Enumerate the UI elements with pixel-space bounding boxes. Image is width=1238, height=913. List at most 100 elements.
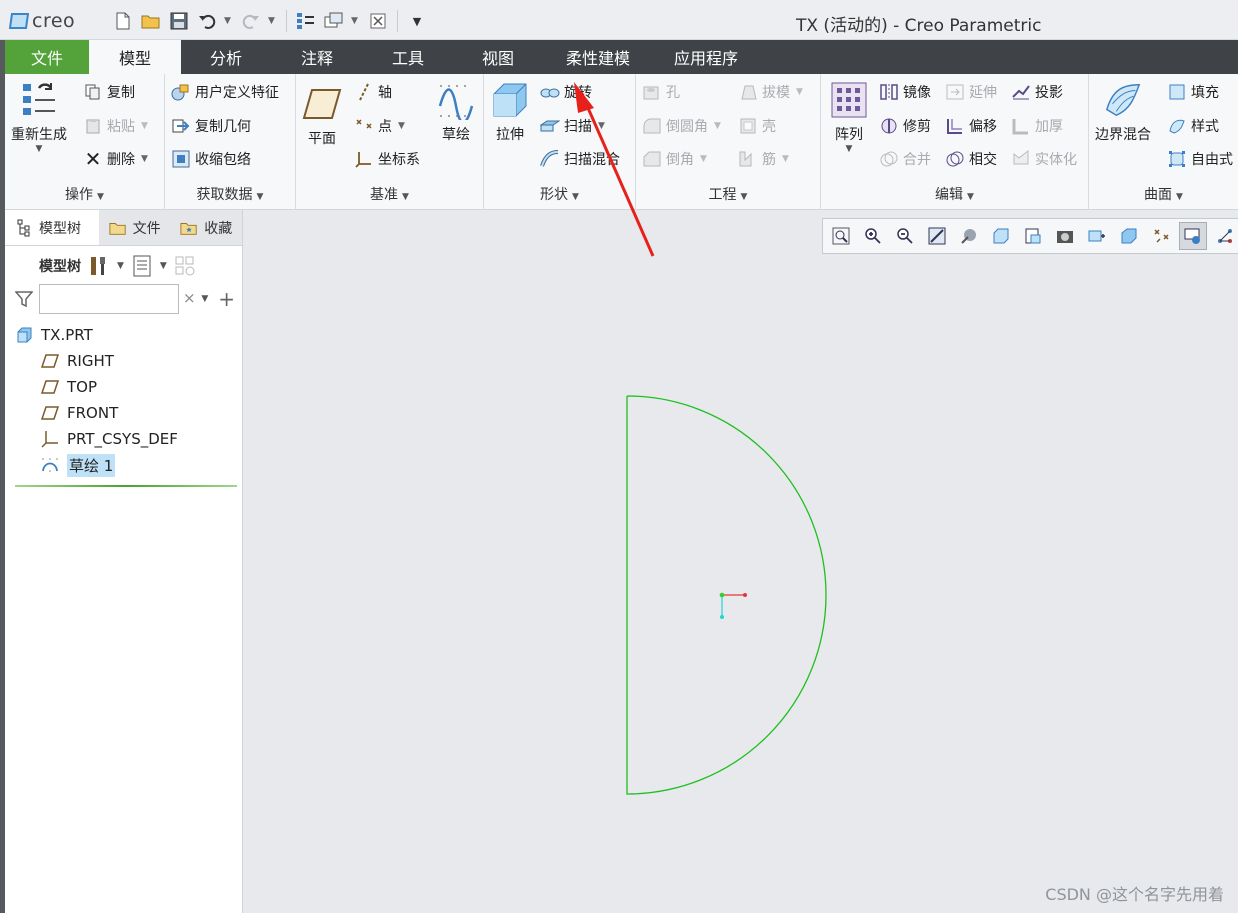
pattern-dropdown-icon[interactable]: ▼ xyxy=(846,144,853,154)
trim-button[interactable]: 修剪 xyxy=(879,116,931,136)
point-button[interactable]: 点 ▼ xyxy=(354,116,405,136)
draft-button[interactable]: 拔模 ▼ xyxy=(738,82,803,102)
perspective-icon[interactable] xyxy=(1051,222,1079,250)
tab-model[interactable]: 模型 xyxy=(89,40,181,74)
group-label-shapes[interactable]: 形状 ▼ xyxy=(484,184,635,204)
repaint-icon[interactable] xyxy=(923,222,951,250)
copy-button[interactable]: 复制 xyxy=(83,82,135,102)
offset-button[interactable]: 偏移 xyxy=(945,116,997,136)
open-icon[interactable] xyxy=(140,10,162,32)
merge-button[interactable]: 合并 xyxy=(879,149,931,169)
undo-icon[interactable] xyxy=(196,10,218,32)
style-button[interactable]: 样式 xyxy=(1167,116,1219,136)
round-button[interactable]: 倒圆角 ▼ xyxy=(642,116,721,136)
windows-icon[interactable] xyxy=(323,10,345,32)
sketch-button[interactable]: 草绘 xyxy=(436,80,476,144)
csys-button[interactable]: 坐标系 xyxy=(354,149,420,169)
tree-node-csys[interactable]: PRT_CSYS_DEF xyxy=(15,426,237,452)
group-label-editing[interactable]: 编辑 ▼ xyxy=(821,184,1088,204)
revolve-button[interactable]: 旋转 xyxy=(540,82,592,102)
view-manager-icon[interactable] xyxy=(1019,222,1047,250)
rib-button[interactable]: 筋 ▼ xyxy=(738,149,789,169)
regenerate-dropdown-icon[interactable]: ▼ xyxy=(36,144,43,154)
solidify-button[interactable]: 实体化 xyxy=(1011,149,1077,169)
regenerate-icon[interactable] xyxy=(295,10,317,32)
tree-filters-icon[interactable] xyxy=(173,254,197,278)
extrude-button[interactable]: 拉伸 xyxy=(490,80,530,144)
filter-icon[interactable] xyxy=(15,289,34,309)
tab-annotate[interactable]: 注释 xyxy=(271,40,363,74)
refit-icon[interactable] xyxy=(827,222,855,250)
tab-analysis[interactable]: 分析 xyxy=(181,40,271,74)
tree-node-right[interactable]: RIGHT xyxy=(15,348,237,374)
udf-button[interactable]: 用户定义特征 xyxy=(171,82,279,102)
clear-search-icon[interactable]: × xyxy=(183,289,196,307)
show-dropdown-icon[interactable]: ▼ xyxy=(160,261,167,271)
tab-applications[interactable]: 应用程序 xyxy=(653,40,759,74)
tree-node-sketch[interactable]: 草绘 1 xyxy=(15,452,237,478)
group-label-operations[interactable]: 操作 ▼ xyxy=(5,184,164,204)
point-dropdown-icon[interactable]: ▼ xyxy=(398,121,405,131)
datum-display-icon[interactable] xyxy=(1147,222,1175,250)
show-columns-icon[interactable] xyxy=(130,254,154,278)
pattern-button[interactable]: 阵列 ▼ xyxy=(829,80,869,154)
tree-node-top[interactable]: TOP xyxy=(15,374,237,400)
redo-dropdown-icon[interactable]: ▼ xyxy=(268,16,278,26)
section-icon[interactable] xyxy=(1083,222,1111,250)
tab-file[interactable]: 文件 xyxy=(5,40,89,74)
zoom-in-icon[interactable] xyxy=(859,222,887,250)
draft-dropdown-icon[interactable]: ▼ xyxy=(796,87,803,97)
boundary-blend-button[interactable]: 边界混合 xyxy=(1095,80,1151,144)
settings-dropdown-icon[interactable]: ▼ xyxy=(117,261,124,271)
sweep-button[interactable]: 扫描 ▼ xyxy=(540,116,605,136)
round-dropdown-icon[interactable]: ▼ xyxy=(714,121,721,131)
search-dropdown-icon[interactable]: ▼ xyxy=(201,294,208,304)
tree-node-front[interactable]: FRONT xyxy=(15,400,237,426)
tab-view[interactable]: 视图 xyxy=(453,40,543,74)
windows-dropdown-icon[interactable]: ▼ xyxy=(351,16,361,26)
regenerate-button[interactable]: 重新生成 ▼ xyxy=(11,80,67,154)
group-label-get-data[interactable]: 获取数据 ▼ xyxy=(165,184,295,204)
project-button[interactable]: 投影 xyxy=(1011,82,1063,102)
shell-button[interactable]: 壳 xyxy=(738,116,776,136)
insert-indicator[interactable] xyxy=(15,485,237,487)
tab-tools[interactable]: 工具 xyxy=(363,40,453,74)
shrinkwrap-button[interactable]: 收缩包络 xyxy=(171,149,251,169)
paste-dropdown-icon[interactable]: ▼ xyxy=(141,121,148,131)
appearance-icon[interactable] xyxy=(1115,222,1143,250)
chamfer-dropdown-icon[interactable]: ▼ xyxy=(700,154,707,164)
chamfer-button[interactable]: 倒角 ▼ xyxy=(642,149,707,169)
new-icon[interactable] xyxy=(112,10,134,32)
close-window-icon[interactable] xyxy=(367,10,389,32)
add-filter-icon[interactable]: + xyxy=(218,287,235,311)
tree-node-part[interactable]: TX.PRT xyxy=(15,322,237,348)
settings-tools-icon[interactable] xyxy=(87,254,111,278)
delete-dropdown-icon[interactable]: ▼ xyxy=(141,154,148,164)
zoom-out-icon[interactable] xyxy=(891,222,919,250)
axis-button[interactable]: 轴 xyxy=(354,82,392,102)
intersect-button[interactable]: 相交 xyxy=(945,149,997,169)
tab-model-tree[interactable]: 模型树 xyxy=(5,210,99,245)
sweep-dropdown-icon[interactable]: ▼ xyxy=(598,121,605,131)
plane-button[interactable]: 平面 xyxy=(302,84,342,148)
group-label-datum[interactable]: 基准 ▼ xyxy=(296,184,483,204)
redo-icon[interactable] xyxy=(240,10,262,32)
thicken-button[interactable]: 加厚 xyxy=(1011,116,1063,136)
tab-folder-browser[interactable]: 文件 xyxy=(99,210,171,245)
tab-favorites[interactable]: 收藏 xyxy=(170,210,242,245)
saved-orientations-icon[interactable] xyxy=(987,222,1015,250)
annotation-display-icon[interactable] xyxy=(1179,222,1207,250)
paste-button[interactable]: 粘贴 ▼ xyxy=(83,116,148,136)
group-label-engineering[interactable]: 工程 ▼ xyxy=(636,184,820,204)
tab-flexible-modeling[interactable]: 柔性建模 xyxy=(543,40,653,74)
tree-search-input[interactable] xyxy=(39,284,180,314)
graphics-window[interactable]: CSDN @这个名字先用着 xyxy=(244,210,1238,913)
extend-button[interactable]: 延伸 xyxy=(945,82,997,102)
mirror-button[interactable]: 镜像 xyxy=(879,82,931,102)
spin-center-icon[interactable] xyxy=(1211,222,1238,250)
hole-button[interactable]: 孔 xyxy=(642,82,680,102)
freestyle-button[interactable]: 自由式 xyxy=(1167,149,1233,169)
group-label-surfaces[interactable]: 曲面 ▼ xyxy=(1089,184,1238,204)
delete-button[interactable]: ✕ 删除 ▼ xyxy=(83,147,148,171)
copy-geometry-button[interactable]: 复制几何 xyxy=(171,116,251,136)
